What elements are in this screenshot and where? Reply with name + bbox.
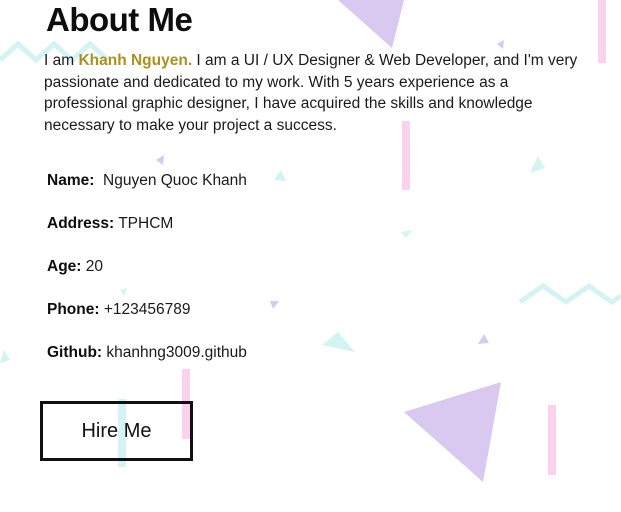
github-value[interactable]: khanhng3009.github [106, 344, 247, 361]
address-value: TPHCM [118, 215, 174, 232]
phone-label: Phone: [47, 301, 100, 318]
highlighted-name: Khanh Nguyen. [78, 52, 193, 69]
intro-paragraph: I am Khanh Nguyen. I am a UI / UX Design… [44, 50, 589, 136]
name-value: Nguyen Quoc Khanh [103, 172, 247, 189]
info-row-age: Age: 20 [47, 257, 103, 277]
info-row-phone: Phone: +123456789 [47, 300, 190, 320]
github-label: Github: [47, 344, 103, 361]
name-label: Name: [47, 172, 95, 189]
hire-me-button[interactable]: Hire Me [40, 401, 193, 461]
phone-value: +123456789 [103, 301, 191, 318]
address-label: Address: [47, 215, 115, 232]
age-value: 20 [85, 258, 104, 275]
info-row-github: Github: khanhng3009.github [47, 343, 247, 363]
info-row-name: Name: Nguyen Quoc Khanh [47, 171, 247, 191]
page-title: About Me [46, 1, 193, 38]
info-row-address: Address: TPHCM [47, 214, 173, 234]
intro-prefix: I am [44, 52, 79, 69]
about-section: About Me I am Khanh Nguyen. I am a UI / … [0, 0, 621, 512]
age-label: Age: [47, 258, 82, 275]
